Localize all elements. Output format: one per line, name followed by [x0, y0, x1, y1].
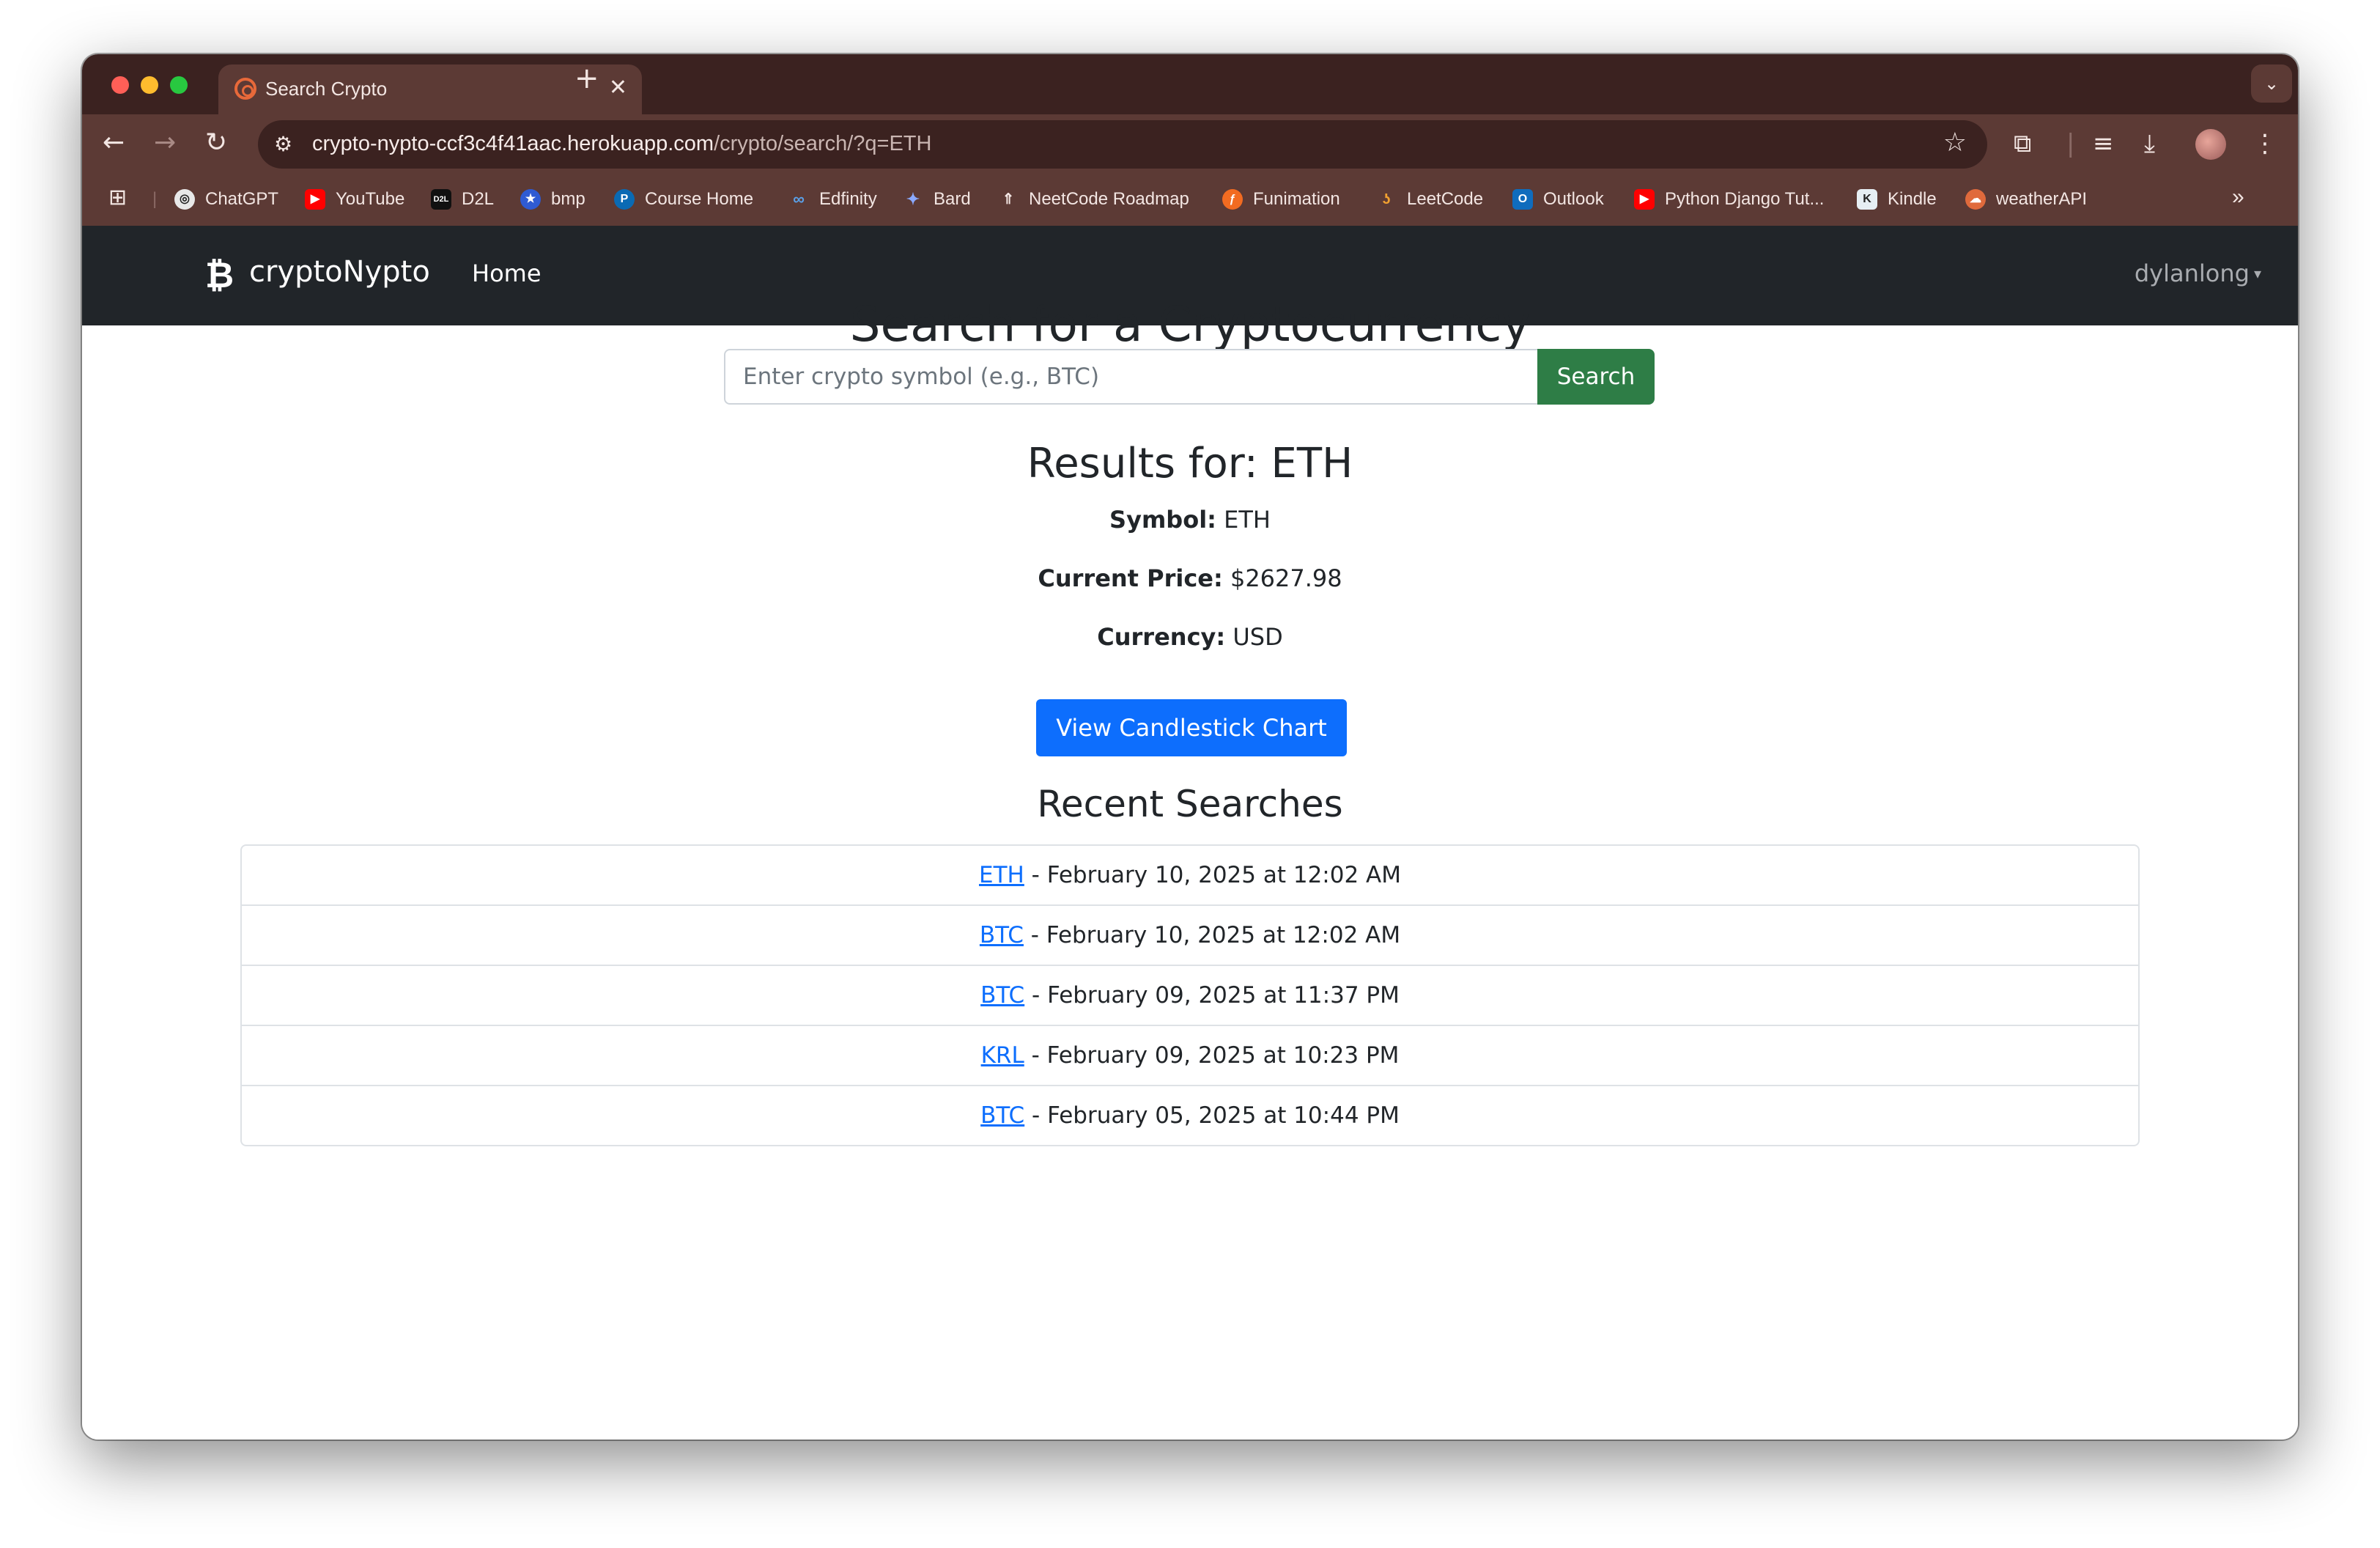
bookmarks-bar: ⊞ | ◎ ChatGPT ▶ YouTube D2L D2L ★ bmp P Cours… — [82, 176, 2298, 226]
recent-symbol-link[interactable]: BTC — [980, 922, 1024, 948]
url-text[interactable]: crypto-nypto-ccf3c4f41aac.herokuapp.com/… — [312, 132, 931, 156]
forward-arrow-icon[interactable]: → — [154, 128, 176, 158]
kindle-icon: K — [1857, 189, 1877, 210]
chatgpt-icon: ◎ — [174, 189, 195, 210]
tab-search-dropdown-icon[interactable]: ⌄ — [2251, 64, 2292, 103]
bookmark-kindle[interactable]: K Kindle — [1857, 189, 1937, 210]
currency-value: USD — [1232, 623, 1283, 651]
zoom-window-button[interactable] — [170, 76, 188, 94]
star-badge-icon: ★ — [520, 189, 541, 210]
site-info-icon[interactable]: ⚙ — [274, 132, 292, 156]
recent-symbol-link[interactable]: BTC — [980, 1102, 1024, 1129]
bookmark-edfinity[interactable]: ∞ Edfinity — [788, 189, 877, 210]
brand-link[interactable]: cryptoNypto — [249, 255, 430, 289]
minimize-window-button[interactable] — [141, 76, 158, 94]
search-form: Search — [724, 349, 1655, 405]
price-label: Current Price: — [1038, 564, 1223, 592]
price-value: $2627.98 — [1230, 564, 1342, 592]
extensions-icon[interactable]: ⧉ — [2014, 129, 2031, 158]
recent-symbol-link[interactable]: BTC — [980, 982, 1024, 1009]
bookmark-course-home[interactable]: P Course Home — [614, 189, 753, 210]
bookmark-bard[interactable]: ✦ Bard — [903, 189, 971, 210]
list-item: BTC - February 05, 2025 at 10:44 PM — [242, 1086, 2138, 1145]
recent-timestamp: - February 05, 2025 at 10:44 PM — [1024, 1102, 1400, 1129]
url-host: crypto-nypto-ccf3c4f41aac.herokuapp.com — [312, 132, 714, 155]
weather-icon: ☁ — [1965, 189, 1986, 210]
reload-icon[interactable]: ↻ — [205, 128, 227, 158]
outlook-icon: O — [1512, 189, 1533, 210]
profile-avatar[interactable] — [2195, 129, 2226, 160]
browser-window: Search Crypto ✕ + ⌄ ← → ↻ ⚙ crypto-nypto… — [82, 54, 2298, 1440]
recent-searches-title: Recent Searches — [1037, 783, 1343, 825]
recent-timestamp: - February 09, 2025 at 10:23 PM — [1024, 1042, 1400, 1069]
funimation-icon: ƒ — [1222, 189, 1243, 210]
bookmark-weatherapi[interactable]: ☁ weatherAPI — [1965, 189, 2087, 210]
currency-line: Currency: USD — [82, 623, 2298, 651]
address-bar[interactable]: ⚙ crypto-nypto-ccf3c4f41aac.herokuapp.co… — [258, 120, 1987, 169]
media-queue-icon[interactable]: ≡ — [2093, 129, 2114, 158]
pearson-icon: P — [614, 189, 635, 210]
recent-timestamp: - February 10, 2025 at 12:02 AM — [1023, 922, 1401, 948]
tab-close-icon[interactable]: ✕ — [609, 75, 627, 100]
bookmarks-divider: | — [152, 189, 158, 209]
bookmark-bmp[interactable]: ★ bmp — [520, 189, 585, 210]
crypto-favicon-icon — [234, 78, 256, 100]
new-tab-button[interactable]: + — [574, 62, 599, 95]
apps-grid-icon[interactable]: ⊞ — [108, 185, 127, 210]
view-candlestick-chart-button[interactable]: View Candlestick Chart — [1036, 699, 1347, 756]
tab-strip: Search Crypto ✕ + ⌄ — [82, 54, 2298, 114]
bookmark-youtube[interactable]: ▶ YouTube — [305, 189, 404, 210]
rocket-icon: ⇑ — [1002, 191, 1015, 207]
url-path: /crypto/search/?q=ETH — [714, 132, 932, 155]
bookmark-star-icon[interactable]: ☆ — [1943, 128, 1967, 158]
menu-kebab-icon[interactable]: ⋮ — [2252, 129, 2277, 158]
user-dropdown[interactable]: dylanlong ▾ — [2135, 259, 2261, 287]
recent-timestamp: - February 10, 2025 at 12:02 AM — [1024, 862, 1401, 888]
symbol-line: Symbol: ETH — [82, 506, 2298, 534]
currency-label: Currency: — [1097, 623, 1226, 651]
web-page: ₿ cryptoNypto Home dylanlong ▾ Search for… — [82, 226, 2298, 1440]
recent-symbol-link[interactable]: KRL — [981, 1042, 1024, 1069]
recent-symbol-link[interactable]: ETH — [979, 862, 1024, 888]
tab-title: Search Crypto — [265, 78, 388, 100]
close-window-button[interactable] — [111, 76, 129, 94]
toolbar-divider: | — [2066, 129, 2075, 158]
infinity-icon: ∞ — [793, 190, 805, 208]
more-bookmarks-icon[interactable]: » — [2232, 185, 2244, 210]
symbol-label: Symbol: — [1109, 506, 1216, 534]
page-title: Search for a Cryptocurrency — [849, 296, 1531, 353]
leetcode-icon: ʖ — [1382, 191, 1391, 207]
recent-timestamp: - February 09, 2025 at 11:37 PM — [1024, 982, 1400, 1009]
sparkle-icon: ✦ — [906, 190, 920, 208]
list-item: KRL - February 09, 2025 at 10:23 PM — [242, 1026, 2138, 1086]
list-item: ETH - February 10, 2025 at 12:02 AM — [242, 846, 2138, 906]
list-item: BTC - February 10, 2025 at 12:02 AM — [242, 906, 2138, 966]
bookmark-python-django[interactable]: ▶ Python Django Tut... — [1634, 189, 1824, 210]
crypto-search-input[interactable] — [724, 349, 1539, 405]
download-icon[interactable]: ⤓ — [2144, 129, 2155, 158]
d2l-icon: D2L — [431, 189, 451, 210]
bookmark-neetcode[interactable]: ⇑ NeetCode Roadmap — [998, 189, 1189, 210]
symbol-value: ETH — [1224, 506, 1271, 534]
caret-down-icon: ▾ — [2253, 265, 2261, 282]
price-line: Current Price: $2627.98 — [82, 564, 2298, 592]
bookmark-outlook[interactable]: O Outlook — [1512, 189, 1604, 210]
bookmark-leetcode[interactable]: ʖ LeetCode — [1376, 189, 1483, 210]
recent-searches-list: ETH - February 10, 2025 at 12:02 AM BTC … — [240, 844, 2140, 1146]
nav-home-link[interactable]: Home — [472, 259, 542, 287]
results-title: Results for: ETH — [1027, 440, 1353, 487]
list-item: BTC - February 09, 2025 at 11:37 PM — [242, 966, 2138, 1026]
bookmark-funimation[interactable]: ƒ Funimation — [1222, 189, 1340, 210]
search-button[interactable]: Search — [1537, 349, 1655, 405]
youtube-icon: ▶ — [305, 189, 325, 210]
youtube-icon: ▶ — [1634, 189, 1655, 210]
bitcoin-logo-icon[interactable]: ₿ — [205, 255, 234, 296]
back-arrow-icon[interactable]: ← — [103, 128, 125, 158]
user-name: dylanlong — [2134, 259, 2250, 287]
bookmark-d2l[interactable]: D2L D2L — [431, 189, 494, 210]
bookmark-chatgpt[interactable]: ◎ ChatGPT — [174, 189, 278, 210]
browser-toolbar: ← → ↻ ⚙ crypto-nypto-ccf3c4f41aac.heroku… — [82, 114, 2298, 176]
